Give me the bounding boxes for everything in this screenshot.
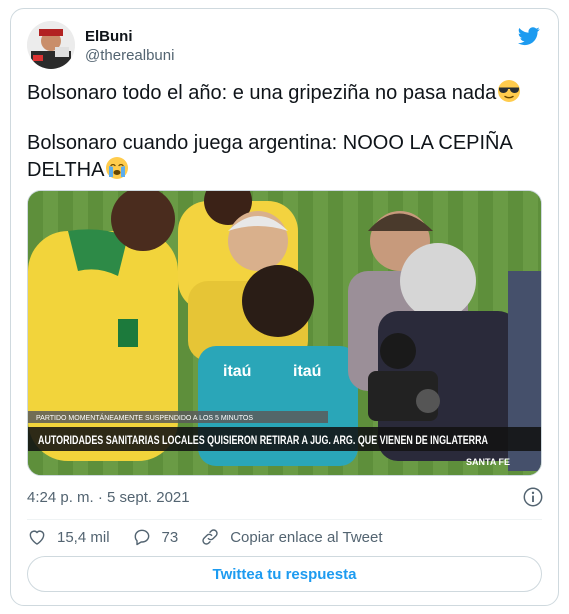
copy-link-button[interactable]: Copiar enlace al Tweet bbox=[200, 527, 383, 547]
like-button[interactable]: 15,4 mil bbox=[27, 527, 110, 547]
reply-button[interactable]: Twittea tu respuesta bbox=[27, 556, 542, 592]
like-count: 15,4 mil bbox=[57, 528, 110, 546]
tweet-line-2-text: Bolsonaro cuando juega argentina: NOOO L… bbox=[27, 132, 512, 181]
tweet-timestamp[interactable]: 4:24 p. m. · 5 sept. 2021 bbox=[27, 488, 190, 508]
sunglasses-emoji-icon bbox=[498, 80, 521, 102]
divider bbox=[27, 519, 542, 520]
avatar[interactable] bbox=[27, 21, 75, 69]
media-photo: 3 itaú itaú PARTIDO MOMENTÁNEAMENTE SUSP… bbox=[28, 191, 541, 475]
tweet-line-1-text: Bolsonaro todo el año: e una gripeziña n… bbox=[27, 82, 497, 104]
ticker-top: PARTIDO MOMENTÁNEAMENTE SUSPENDIDO A LOS… bbox=[36, 413, 253, 422]
tweet-media[interactable]: 3 itaú itaú PARTIDO MOMENTÁNEAMENTE SUSP… bbox=[27, 190, 542, 476]
author-handle[interactable]: @therealbuni bbox=[85, 46, 174, 66]
tweet-line-2: Bolsonaro cuando juega argentina: NOOO L… bbox=[27, 130, 542, 183]
reply-icon bbox=[134, 529, 149, 546]
tweet-header: ElBuni @therealbuni bbox=[27, 21, 542, 71]
tweet-actions: 15,4 mil 73 Copiar enlace al Tweet bbox=[27, 526, 405, 548]
reply-count: 73 bbox=[161, 528, 179, 546]
channel-logo: SANTA FE bbox=[466, 457, 510, 467]
crying-face-emoji-icon bbox=[106, 157, 129, 179]
tweet-line-1: Bolsonaro todo el año: e una gripeziña n… bbox=[27, 79, 542, 106]
jersey-number: 3 bbox=[121, 322, 135, 352]
copy-link-label: Copiar enlace al Tweet bbox=[230, 528, 383, 546]
author-names: ElBuni @therealbuni bbox=[85, 27, 174, 66]
reply-count-button[interactable]: 73 bbox=[132, 527, 179, 547]
sponsor-logo-2: itaú bbox=[293, 363, 321, 380]
tweet-text: Bolsonaro todo el año: e una gripeziña n… bbox=[27, 79, 542, 183]
info-icon[interactable] bbox=[522, 486, 544, 508]
heart-icon bbox=[29, 530, 45, 545]
avatar-image bbox=[27, 21, 75, 69]
author-display-name[interactable]: ElBuni bbox=[85, 27, 174, 46]
twitter-bird-icon[interactable] bbox=[516, 25, 542, 47]
link-icon bbox=[202, 529, 218, 545]
ticker-main: AUTORIDADES SANITARIAS LOCALES QUISIERON… bbox=[38, 435, 488, 447]
sponsor-logo-1: itaú bbox=[223, 363, 251, 380]
tweet-card: ElBuni @therealbuni Bolsonaro todo el añ… bbox=[10, 8, 559, 606]
